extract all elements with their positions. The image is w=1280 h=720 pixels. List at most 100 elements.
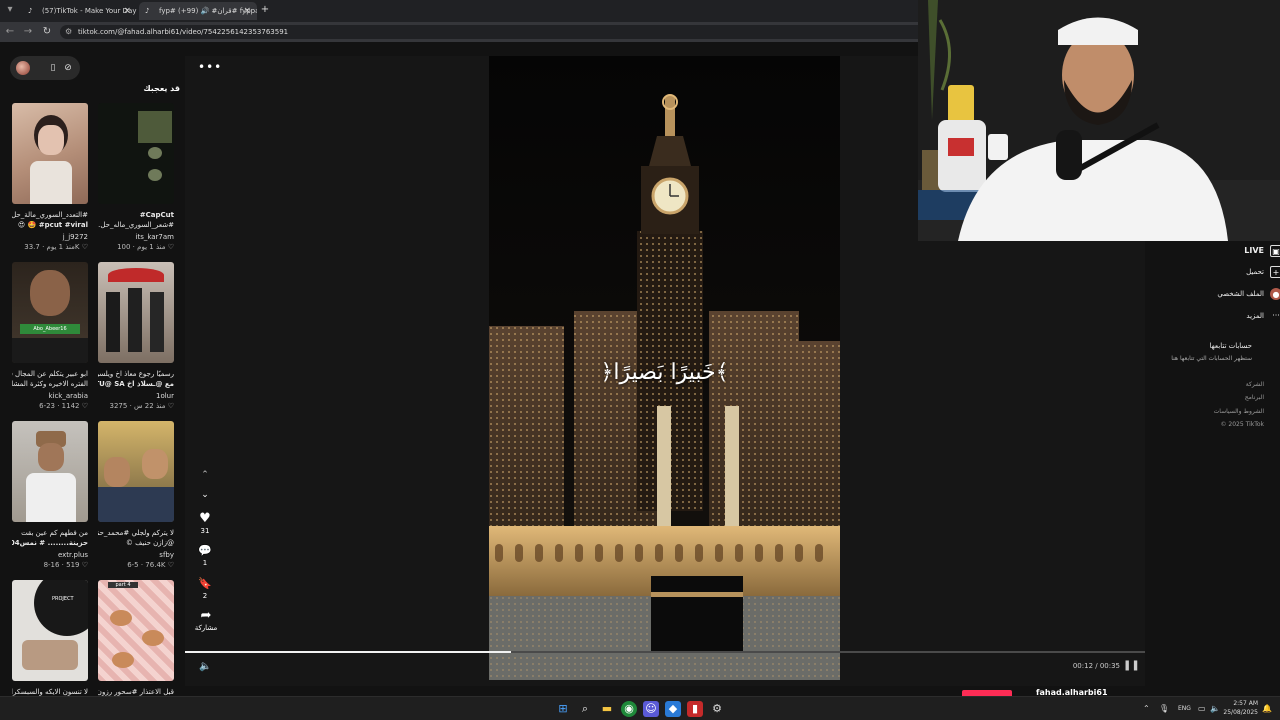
- sidebar-item-label: الملف الشخصي: [1217, 290, 1264, 298]
- sidebar-item-live[interactable]: LIVE ▣: [1184, 244, 1280, 258]
- share-button[interactable]: ➦ مشاركة: [194, 608, 218, 633]
- suggested-video-card[interactable]: [12, 421, 88, 522]
- video-thumbnail[interactable]: [12, 103, 88, 204]
- video-thumbnail[interactable]: [98, 421, 174, 522]
- thumbnail-label: PROJECT: [52, 596, 74, 602]
- tab-tiktok-home[interactable]: ♪ (57)TikTok - Make Your Day ×: [22, 2, 137, 20]
- video-thumbnail[interactable]: Abo_Abeer16: [12, 262, 88, 363]
- video-player[interactable]: ﴿خَبيرًا بَصيرًا﴾: [489, 56, 840, 680]
- chrome-icon[interactable]: ◉: [621, 701, 637, 717]
- suggested-video-card[interactable]: [98, 421, 174, 522]
- footer-link-terms[interactable]: الشروط والسياسات: [1174, 407, 1264, 416]
- clock-date: 25/08/2025: [1223, 709, 1258, 716]
- avatar[interactable]: [16, 61, 30, 75]
- suggested-video-card[interactable]: [98, 262, 174, 363]
- network-icon[interactable]: ▭: [1198, 701, 1206, 717]
- next-video-arrow-icon[interactable]: ⌄: [198, 490, 212, 504]
- card-author[interactable]: its_kar7am: [98, 232, 175, 242]
- card-author[interactable]: 1olur: [98, 391, 174, 401]
- sidebar-item-more[interactable]: المزيد ···: [1184, 309, 1279, 323]
- steam-icon[interactable]: ⚙: [709, 701, 725, 717]
- new-tab-button[interactable]: +: [258, 3, 272, 17]
- like-button[interactable]: ♥ 31: [194, 511, 216, 536]
- back-icon[interactable]: ←: [3, 25, 17, 39]
- site-info-icon[interactable]: ⚙: [65, 25, 72, 39]
- heart-icon: ♥: [199, 511, 211, 526]
- following-heading: حسابات تتابعها: [1209, 342, 1252, 350]
- thumbnail-dot: [148, 147, 162, 159]
- sidebar-item-profile[interactable]: الملف الشخصي ●: [1184, 287, 1280, 301]
- card-caption: حزينة........ # نمس404…: [12, 539, 88, 547]
- card-author[interactable]: extr.plus: [12, 550, 88, 560]
- video-thumbnail[interactable]: [98, 103, 174, 204]
- card-caption: pcut #viral# 🤩 😍: [17, 221, 88, 229]
- suggested-video-card[interactable]: PROJECT: [12, 580, 88, 681]
- phone-icon[interactable]: ▯: [46, 61, 60, 75]
- bookmark-count: 2: [202, 592, 208, 600]
- thumbnail-body: [30, 161, 72, 204]
- tab-menu-icon[interactable]: ▾: [3, 3, 17, 17]
- system-clock[interactable]: 2:57 AM 25/08/2025: [1218, 699, 1258, 717]
- volume-icon[interactable]: 🔈: [199, 661, 211, 672]
- thumbnail-face: [30, 270, 70, 316]
- thumbnail-bar: [12, 338, 88, 363]
- sidebar-item-label: المزيد: [1246, 312, 1264, 320]
- tab-video[interactable]: ♪ fyp# قران# 🔊 (99+)# fyppage ×: [139, 2, 257, 20]
- suggested-video-card[interactable]: [12, 103, 88, 204]
- video-thumbnail[interactable]: [12, 421, 88, 522]
- thumbnail-figure: [106, 292, 120, 352]
- video-thumbnail[interactable]: PROJECT: [12, 580, 88, 681]
- card-author[interactable]: kick_arabia: [12, 391, 88, 401]
- card-caption: ابو عبير يتكلم عن المجال في: [12, 370, 88, 378]
- tray-expand-icon[interactable]: ⌃: [1143, 701, 1150, 717]
- more-icon: ···: [1272, 311, 1280, 320]
- language-indicator[interactable]: ENG: [1178, 701, 1191, 717]
- card-author[interactable]: sfby: [98, 550, 174, 560]
- previous-video-arrow-icon[interactable]: ⌃: [198, 470, 212, 484]
- card-meta: منذ 22 س · 3275 ♡: [109, 402, 174, 410]
- streamer-webcam: [918, 0, 1280, 241]
- card-caption: رسميًا رجوع معاذ اخ ويلسن: [98, 370, 174, 378]
- close-icon[interactable]: ×: [123, 2, 131, 20]
- streaming-app-icon[interactable]: ▮: [687, 701, 703, 717]
- thumbnail-figure: [128, 288, 142, 352]
- share-icon: ➦: [200, 608, 212, 623]
- thumbnail-cup: [112, 652, 134, 668]
- bookmark-icon: 🔖: [198, 577, 212, 590]
- suggested-video-card[interactable]: part 4: [98, 580, 174, 681]
- forward-icon[interactable]: →: [21, 25, 35, 39]
- upload-icon: +: [1270, 266, 1280, 278]
- reload-icon[interactable]: ↻: [40, 25, 54, 39]
- compass-icon[interactable]: ⊘: [61, 61, 75, 75]
- notification-icon[interactable]: 🔔: [1262, 701, 1272, 717]
- sidebar-item-upload[interactable]: تحميل +: [1184, 265, 1280, 279]
- app-icon[interactable]: ◆: [665, 701, 681, 717]
- thumbnail-hands: [22, 640, 78, 670]
- close-icon[interactable]: ×: [243, 2, 251, 20]
- video-thumbnail[interactable]: part 4: [98, 580, 174, 681]
- discord-icon[interactable]: ☺: [643, 701, 659, 717]
- card-meta: منذ 1 يوم · 33.7K ♡: [24, 243, 88, 251]
- sidebar-item-label: تحميل: [1246, 268, 1264, 276]
- bookmark-button[interactable]: 🔖 2: [194, 576, 216, 601]
- suggested-video-card[interactable]: [98, 103, 174, 204]
- more-options-icon[interactable]: •••: [198, 60, 222, 74]
- search-icon[interactable]: ⌕: [577, 701, 593, 717]
- thumbnail-label: part 4: [108, 582, 138, 588]
- tiktok-icon: ♪: [145, 7, 150, 15]
- pause-icon[interactable]: ❚❚: [1123, 660, 1140, 671]
- tab-title: (57)TikTok - Make Your Day: [42, 7, 137, 15]
- tab-title: fyp# قران# 🔊 (99+)# fyppage: [159, 7, 257, 15]
- suggested-video-card[interactable]: Abo_Abeer16: [12, 262, 88, 363]
- card-author[interactable]: j_j9272: [12, 232, 88, 242]
- thumbnail-cup: [110, 610, 132, 626]
- windows-start-icon[interactable]: ⊞: [555, 701, 571, 717]
- share-label: مشاركة: [194, 624, 218, 632]
- video-thumbnail[interactable]: [98, 262, 174, 363]
- microphone-icon[interactable]: 🎙: [1159, 701, 1169, 717]
- comment-button[interactable]: 💬 1: [194, 543, 216, 568]
- thumbnail-face: [142, 449, 168, 479]
- footer-link-company[interactable]: الشركة: [1174, 380, 1264, 389]
- file-explorer-icon[interactable]: ▬: [599, 701, 615, 717]
- footer-link-program[interactable]: البرنامج: [1174, 393, 1264, 402]
